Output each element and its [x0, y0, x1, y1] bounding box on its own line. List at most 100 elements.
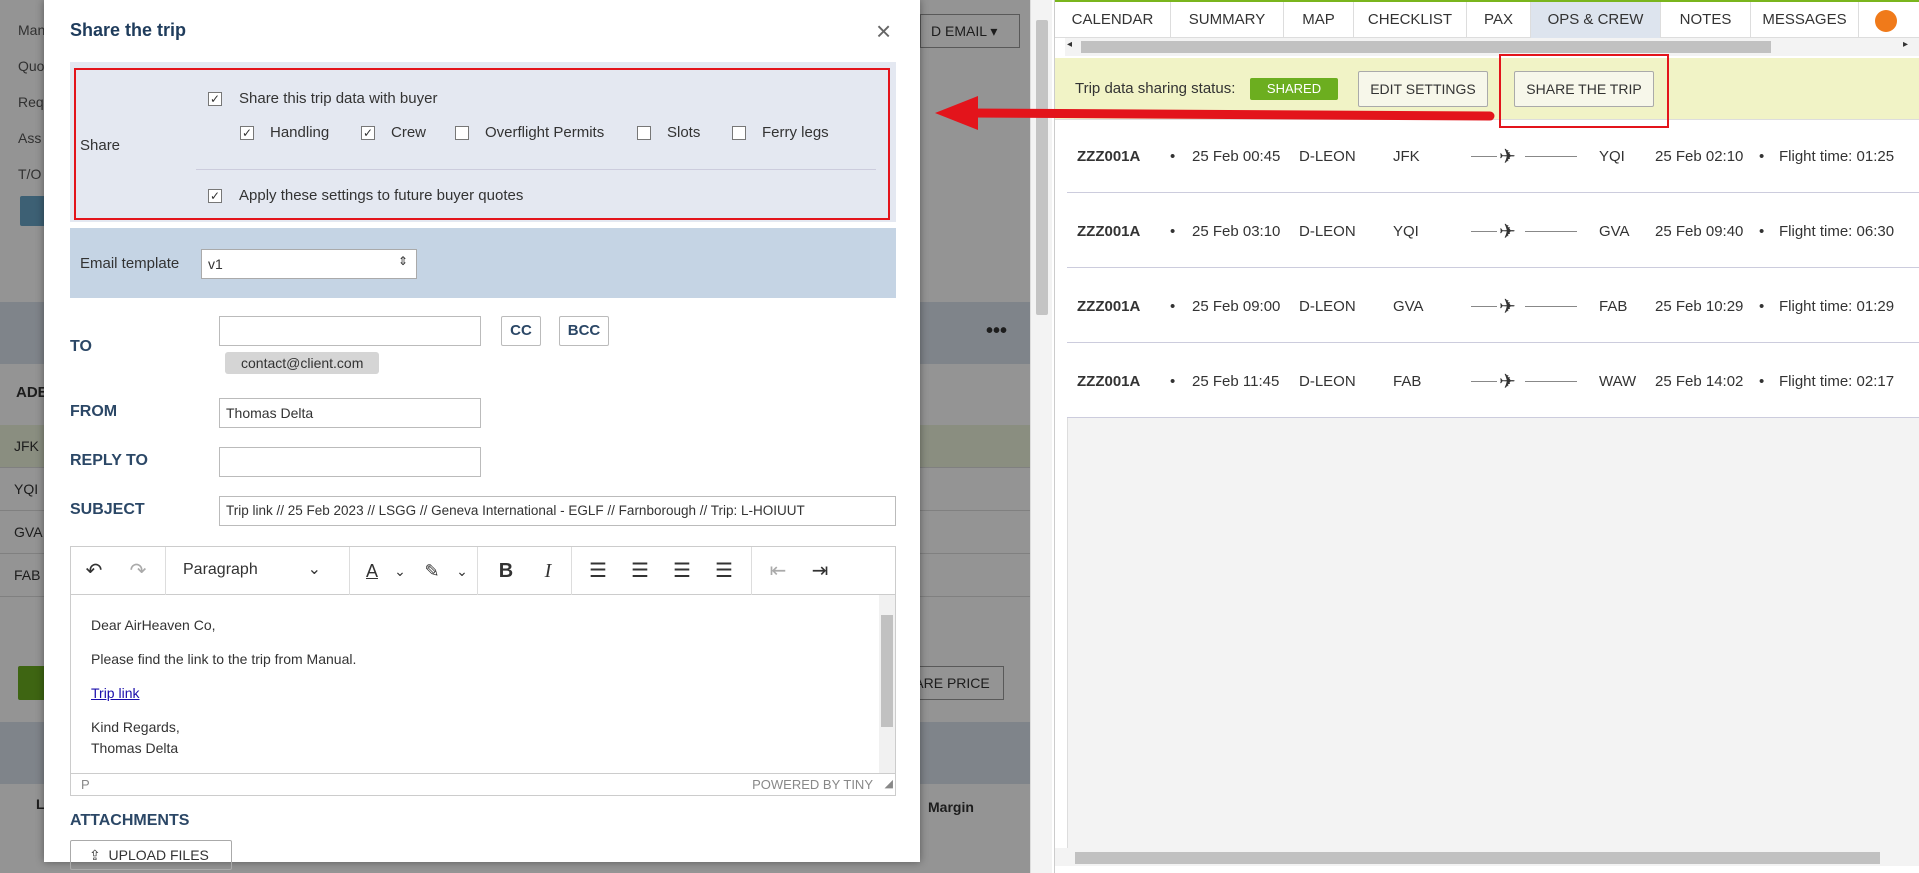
modal-title: Share the trip — [70, 20, 187, 40]
route-line — [1525, 231, 1577, 232]
arr-time: 25 Feb 02:10 — [1655, 148, 1744, 165]
bullet-icon: • — [1170, 148, 1176, 165]
reply-to-label: REPLY TO — [70, 452, 148, 469]
flight-time: Flight time: 02:17 — [1779, 373, 1895, 390]
dep-time: 25 Feb 00:45 — [1192, 148, 1281, 165]
route-line — [1525, 306, 1577, 307]
editor-status-bar: P POWERED BY TINY ◢ — [71, 773, 895, 795]
arr-time: 25 Feb 14:02 — [1655, 373, 1744, 390]
to-airport: FAB — [1599, 298, 1628, 315]
scroll-left-icon[interactable]: ◂ — [1067, 39, 1072, 50]
arr-time: 25 Feb 10:29 — [1655, 298, 1744, 315]
plane-icon: ✈ — [1499, 221, 1516, 243]
bcc-button[interactable]: BCC — [559, 316, 609, 346]
flight-code: ZZZ001A — [1077, 148, 1141, 165]
tab-checklist[interactable]: CHECKLIST — [1354, 2, 1467, 38]
undo-icon[interactable]: ↶ — [79, 559, 109, 583]
tab-calendar[interactable]: CALENDAR — [1055, 2, 1171, 38]
upload-icon: ⇪ — [89, 847, 101, 863]
body-signature: Thomas Delta — [91, 740, 179, 756]
email-template-label: Email template — [80, 255, 180, 272]
bullet-icon: • — [1170, 223, 1176, 240]
block-format-select[interactable]: Paragraph ⌄ — [183, 561, 333, 579]
flight-code: ZZZ001A — [1077, 373, 1141, 390]
route-line — [1471, 231, 1497, 232]
to-label: TO — [70, 338, 92, 355]
flight-time: Flight time: 06:30 — [1779, 223, 1895, 240]
chevron-down-icon: ⌄ — [307, 561, 321, 578]
dep-time: 25 Feb 09:00 — [1192, 298, 1281, 315]
body-greeting: Dear AirHeaven Co, — [91, 617, 216, 633]
bullet-icon: • — [1170, 298, 1176, 315]
highlight-icon[interactable]: ✎ — [417, 559, 447, 583]
powered-by-tiny[interactable]: POWERED BY TINY — [752, 777, 873, 792]
subject-input[interactable]: Trip link // 25 Feb 2023 // LSGG // Gene… — [219, 496, 896, 526]
from-airport: FAB — [1393, 373, 1422, 390]
sharing-status-label: Trip data sharing status: — [1075, 80, 1236, 97]
editor-scrollbar[interactable] — [879, 595, 895, 773]
right-empty-area — [1067, 418, 1919, 848]
text-color-icon[interactable]: A — [357, 559, 387, 583]
editor-body[interactable]: Dear AirHeaven Co, Please find the link … — [71, 595, 879, 773]
tab-pax[interactable]: PAX — [1467, 2, 1531, 38]
bullet-icon: • — [1759, 373, 1765, 390]
indent-icon[interactable]: ⇥ — [805, 559, 835, 583]
element-path: P — [81, 777, 90, 792]
cc-button[interactable]: CC — [501, 316, 541, 346]
tabs-scrollbar[interactable]: ◂ ▸ — [1065, 38, 1919, 56]
tab-messages[interactable]: MESSAGES — [1751, 2, 1859, 38]
flight-row[interactable]: ZZZ001A • 25 Feb 03:10 D-LEON YQI ✈ GVA … — [1067, 195, 1919, 268]
align-center-icon[interactable]: ☰ — [625, 559, 655, 583]
align-right-icon[interactable]: ☰ — [667, 559, 697, 583]
registration: D-LEON — [1299, 148, 1356, 165]
editor-toolbar: ↶ ↷ Paragraph ⌄ A ⌄ ✎ ⌄ B I ☰ ☰ ☰ ☰ ⇤ ⇥ — [71, 547, 895, 595]
bullet-icon: • — [1759, 223, 1765, 240]
subject-label: SUBJECT — [70, 501, 145, 518]
trip-link[interactable]: Trip link — [91, 685, 140, 701]
chevron-down-icon[interactable]: ⌄ — [447, 559, 477, 583]
flight-time: Flight time: 01:25 — [1779, 148, 1895, 165]
tab-ops-crew[interactable]: OPS & CREW — [1531, 2, 1661, 38]
tab-map[interactable]: MAP — [1284, 2, 1354, 38]
resize-handle-icon[interactable]: ◢ — [885, 777, 893, 790]
flight-code: ZZZ001A — [1077, 223, 1141, 240]
from-input[interactable]: Thomas Delta — [219, 398, 481, 428]
flight-row[interactable]: ZZZ001A • 25 Feb 11:45 D-LEON FAB ✈ WAW … — [1067, 345, 1919, 418]
flight-row[interactable]: ZZZ001A • 25 Feb 09:00 D-LEON GVA ✈ FAB … — [1067, 270, 1919, 343]
outdent-icon[interactable]: ⇤ — [763, 559, 793, 583]
registration: D-LEON — [1299, 223, 1356, 240]
body-regards: Kind Regards, — [91, 719, 180, 735]
redo-icon[interactable]: ↷ — [123, 559, 153, 583]
close-icon[interactable]: × — [876, 16, 891, 47]
align-left-icon[interactable]: ☰ — [583, 559, 613, 583]
reply-to-input[interactable] — [219, 447, 481, 477]
scroll-right-icon[interactable]: ▸ — [1903, 39, 1908, 50]
chevron-down-icon[interactable]: ⌄ — [385, 559, 415, 583]
tab-notes[interactable]: NOTES — [1661, 2, 1751, 38]
flight-time: Flight time: 01:29 — [1779, 298, 1895, 315]
recipient-chip[interactable]: contact@client.com — [225, 352, 380, 374]
rich-text-editor: ↶ ↷ Paragraph ⌄ A ⌄ ✎ ⌄ B I ☰ ☰ ☰ ☰ ⇤ ⇥ … — [70, 546, 896, 796]
route-line — [1525, 156, 1577, 157]
tab-summary[interactable]: SUMMARY — [1171, 2, 1284, 38]
registration: D-LEON — [1299, 373, 1356, 390]
route-line — [1471, 306, 1497, 307]
body-line: Please find the link to the trip from Ma… — [91, 651, 357, 667]
plane-icon: ✈ — [1499, 146, 1516, 168]
from-airport: YQI — [1393, 223, 1419, 240]
tab-bar: CALENDAR SUMMARY MAP CHECKLIST PAX OPS &… — [1055, 0, 1919, 38]
arr-time: 25 Feb 09:40 — [1655, 223, 1744, 240]
user-avatar[interactable] — [1875, 10, 1897, 32]
bottom-scrollbar[interactable] — [1055, 848, 1919, 866]
from-airport: JFK — [1393, 148, 1420, 165]
italic-icon[interactable]: I — [533, 559, 563, 583]
upload-files-button[interactable]: ⇪ UPLOAD FILES — [70, 840, 232, 870]
align-justify-icon[interactable]: ☰ — [709, 559, 739, 583]
email-template-select[interactable]: v1 ⇕ — [201, 249, 417, 279]
flight-code: ZZZ001A — [1077, 298, 1141, 315]
route-line — [1471, 381, 1497, 382]
dep-time: 25 Feb 11:45 — [1192, 373, 1280, 390]
bold-icon[interactable]: B — [491, 559, 521, 583]
to-input[interactable] — [219, 316, 481, 346]
bullet-icon: • — [1759, 148, 1765, 165]
